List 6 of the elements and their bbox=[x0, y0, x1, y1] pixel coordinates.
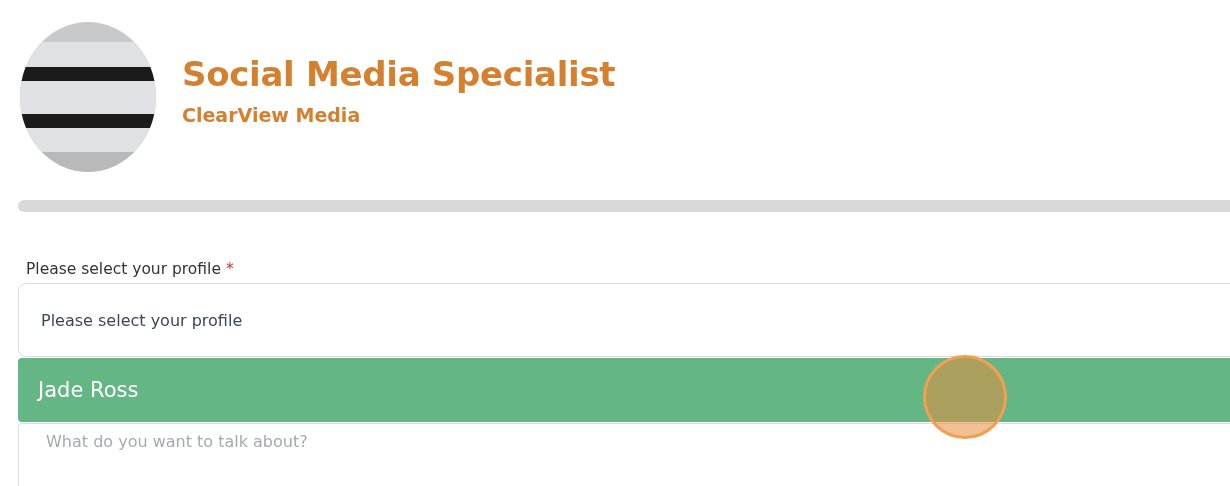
field-label: Please select your profile bbox=[26, 260, 221, 278]
message-field[interactable]: What do you want to talk about? bbox=[18, 423, 1230, 486]
company-name: ClearView Media bbox=[182, 104, 362, 126]
required-mark: * bbox=[225, 260, 234, 278]
job-title: Social Media Specialist bbox=[182, 54, 616, 94]
profile-select[interactable]: Please select your profile bbox=[18, 283, 1230, 357]
